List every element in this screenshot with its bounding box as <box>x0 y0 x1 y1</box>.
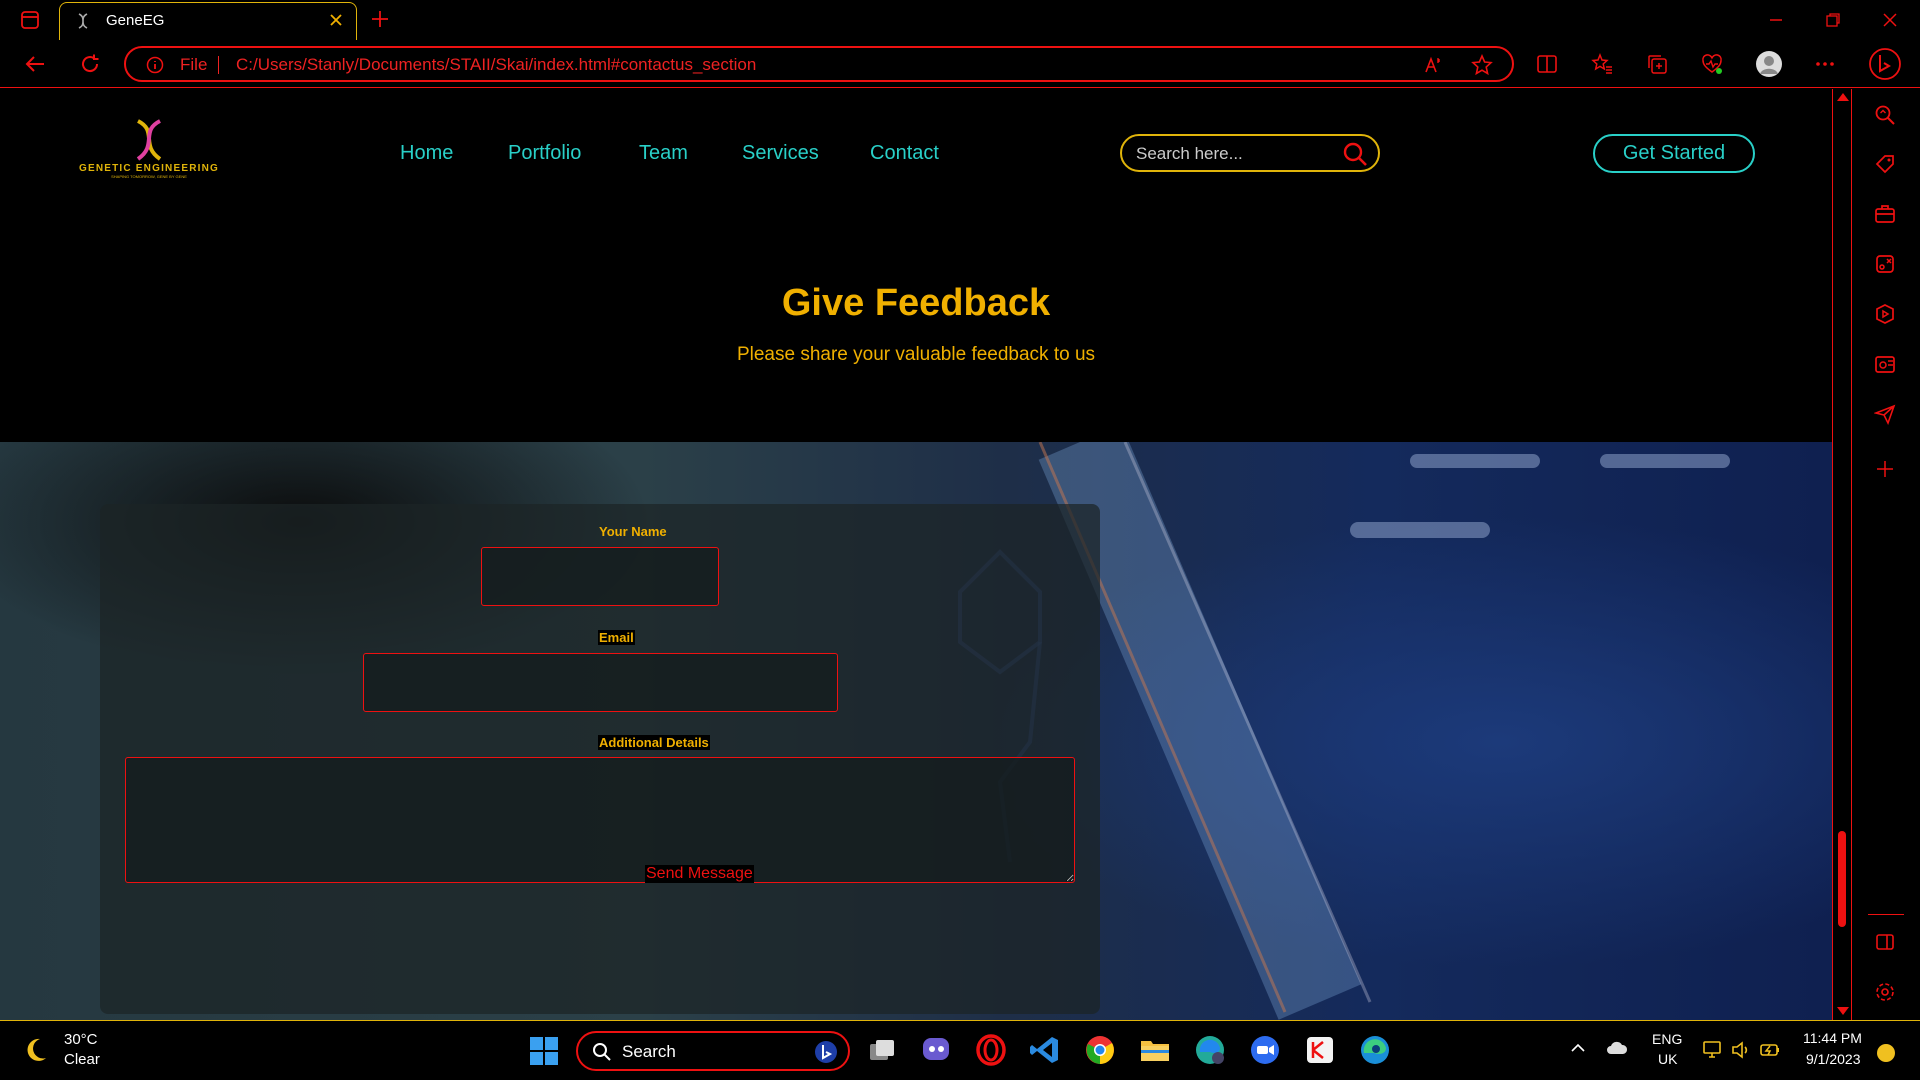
clock-time[interactable]: 11:44 PM <box>1803 1030 1862 1046</box>
clock-date[interactable]: 9/1/2023 <box>1806 1051 1861 1067</box>
url-text[interactable]: C:/Users/Stanly/Documents/STAII/Skai/ind… <box>236 55 756 75</box>
copilot-icon[interactable] <box>1868 47 1902 81</box>
edge-sidebar <box>1852 89 1920 1020</box>
minimize-icon[interactable] <box>1768 12 1784 28</box>
details-label: Additional Details <box>598 735 710 750</box>
nav-team[interactable]: Team <box>639 142 688 165</box>
site-logo[interactable]: GENETIC ENGINEERING SHAPING TOMORROW, GE… <box>74 119 224 179</box>
settings-gear-icon[interactable] <box>1874 981 1896 1003</box>
hide-sidebar-icon[interactable] <box>1874 931 1896 953</box>
new-tab-icon[interactable] <box>370 9 390 29</box>
add-sidebar-app-icon[interactable] <box>1874 458 1896 480</box>
browser-tab-strip: GeneEG <box>0 0 1920 40</box>
nav-contact[interactable]: Contact <box>870 142 939 165</box>
edge-icon[interactable] <box>1359 1034 1391 1066</box>
office-icon[interactable] <box>1874 303 1896 325</box>
get-started-button[interactable]: Get Started <box>1593 134 1755 173</box>
nav-home[interactable]: Home <box>400 142 453 165</box>
shopping-tag-icon[interactable] <box>1874 153 1896 175</box>
tab-close-icon[interactable] <box>328 12 344 28</box>
scroll-down-icon[interactable] <box>1837 1007 1849 1015</box>
refresh-icon[interactable] <box>79 53 101 75</box>
opera-icon[interactable] <box>975 1034 1007 1066</box>
email-input[interactable] <box>363 653 838 712</box>
collections-icon[interactable] <box>1646 53 1668 75</box>
notification-dot-icon[interactable] <box>1876 1043 1896 1063</box>
search-icon[interactable] <box>1342 141 1368 167</box>
language-indicator[interactable]: ENG <box>1652 1031 1682 1047</box>
volume-icon[interactable] <box>1730 1039 1752 1061</box>
teams-chat-icon[interactable] <box>920 1034 952 1066</box>
details-textarea[interactable] <box>125 757 1075 883</box>
favorite-star-icon[interactable] <box>1471 54 1493 76</box>
site-search <box>1120 134 1380 172</box>
games-icon[interactable] <box>1874 253 1896 275</box>
feedback-form: Your Name Email Additional Details Send … <box>100 504 1100 1014</box>
address-bar[interactable]: File C:/Users/Stanly/Documents/STAII/Ska… <box>124 46 1514 82</box>
moon-weather-icon[interactable] <box>26 1036 54 1064</box>
network-icon[interactable] <box>1702 1039 1724 1061</box>
tools-briefcase-icon[interactable] <box>1874 203 1896 225</box>
browser-essentials-icon[interactable] <box>1701 53 1723 75</box>
weather-condition[interactable]: Clear <box>64 1051 100 1068</box>
read-aloud-icon[interactable] <box>1424 55 1444 75</box>
bing-icon <box>814 1040 838 1064</box>
back-icon[interactable] <box>24 53 46 75</box>
page-viewport: GENETIC ENGINEERING SHAPING TOMORROW, GE… <box>0 89 1832 1020</box>
edge-beta-icon[interactable] <box>1194 1034 1226 1066</box>
favorites-icon[interactable] <box>1591 53 1613 75</box>
restore-icon[interactable] <box>1825 12 1841 28</box>
tab-title: GeneEG <box>106 12 165 29</box>
send-message-button[interactable]: Send Message <box>645 865 754 883</box>
address-separator <box>218 56 219 74</box>
close-window-icon[interactable] <box>1882 12 1898 28</box>
search-sidebar-icon[interactable] <box>1874 104 1896 126</box>
windows-start-icon[interactable] <box>530 1037 558 1065</box>
battery-charging-icon[interactable] <box>1759 1039 1781 1061</box>
site-info-icon[interactable] <box>146 56 164 74</box>
chrome-icon[interactable] <box>1084 1034 1116 1066</box>
weather-temperature[interactable]: 30°C <box>64 1031 98 1048</box>
onedrive-cloud-icon[interactable] <box>1606 1040 1628 1056</box>
page-scrollbar[interactable] <box>1832 89 1852 1020</box>
search-icon <box>592 1042 612 1062</box>
nav-services[interactable]: Services <box>742 142 819 165</box>
scroll-thumb[interactable] <box>1838 831 1846 927</box>
browser-toolbar: File C:/Users/Stanly/Documents/STAII/Ska… <box>0 40 1920 88</box>
tab-actions-icon[interactable] <box>20 10 40 30</box>
vscode-icon[interactable] <box>1029 1034 1061 1066</box>
name-label: Your Name <box>599 524 667 539</box>
show-hidden-icons-chevron-icon[interactable] <box>1570 1043 1586 1053</box>
zoom-icon[interactable] <box>1249 1034 1281 1066</box>
more-menu-icon[interactable] <box>1815 61 1835 67</box>
email-label: Email <box>598 630 635 645</box>
name-input[interactable] <box>481 547 719 606</box>
tab-favicon-icon <box>76 13 90 29</box>
send-icon[interactable] <box>1874 403 1896 425</box>
file-scheme-label: File <box>180 55 208 74</box>
nav-portfolio[interactable]: Portfolio <box>508 142 581 165</box>
profile-avatar[interactable] <box>1755 50 1783 78</box>
split-screen-icon[interactable] <box>1536 53 1558 75</box>
taskbar-search-label: Search <box>622 1042 676 1061</box>
windows-taskbar: 30°C Clear Search ENG UK 11:44 PM 9/1/20… <box>0 1020 1920 1080</box>
outlook-icon[interactable] <box>1874 353 1896 375</box>
page-title: Give Feedback <box>781 282 1051 324</box>
file-explorer-icon[interactable] <box>1139 1034 1171 1066</box>
scroll-up-icon[interactable] <box>1837 93 1849 101</box>
page-subtitle: Please share your valuable feedback to u… <box>736 344 1096 365</box>
logo-title: GENETIC ENGINEERING <box>78 163 220 174</box>
kodular-app-icon[interactable] <box>1304 1034 1336 1066</box>
task-view-icon[interactable] <box>866 1034 898 1066</box>
taskbar-search[interactable]: Search <box>576 1031 850 1071</box>
logo-tagline: SHAPING TOMORROW, GENE BY GENE <box>111 174 187 179</box>
site-search-input[interactable] <box>1134 142 1338 166</box>
sidebar-divider <box>1868 914 1904 915</box>
keyboard-layout-indicator[interactable]: UK <box>1658 1051 1677 1067</box>
browser-tab[interactable]: GeneEG <box>59 2 357 40</box>
dna-logo-icon <box>136 119 162 161</box>
